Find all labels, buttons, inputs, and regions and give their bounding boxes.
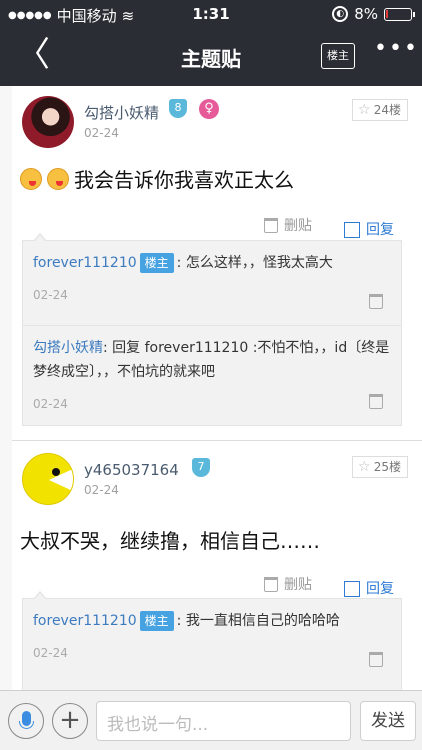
delete-button[interactable]: 删贴 [264,208,312,242]
edit-icon [344,581,360,597]
reply-date: 02-24 [33,646,68,660]
battery-percent: 8% [354,5,378,23]
battery-fill [386,9,388,18]
female-icon: ♀ [199,99,219,119]
trash-icon [264,217,278,233]
reply-author[interactable]: 勾搭小妖精 [33,340,103,356]
delete-label: 删贴 [284,218,312,234]
tongue-emoji-icon [20,168,42,190]
avatar[interactable] [22,453,74,505]
battery-icon [384,7,415,21]
reply-button[interactable]: 回复 [334,208,404,242]
trash-icon [264,576,278,592]
reply-date: 02-24 [33,288,68,302]
plus-icon: + [59,705,81,735]
list-item[interactable]: forever111210 楼主: 我一直相信自己的哈哈哈 02-24 [23,599,401,683]
post-actions: 删贴 回复 [264,208,404,242]
list-item[interactable]: 勾搭小妖精: 回复 forever111210 :不怕不怕，，id〔终是梦终成空… [23,325,401,425]
floor-badge: ☆ 25楼 [352,456,408,478]
navigation-bar: 〈 主题贴 楼主 ••• [0,28,422,86]
status-bar: ●●●●● 中国移动 ≋ 1:31 ◐ 8% [0,0,422,28]
reply-list: forever111210 楼主: 怎么这样，，怪我太高大 02-24 勾搭小妖精… [22,233,402,426]
comment-bar: + 我也说一句... 发送 [0,690,422,750]
tongue-emoji-icon [47,168,69,190]
pacman-avatar-icon [49,468,73,492]
username[interactable]: 勾搭小妖精 [84,102,159,123]
list-item[interactable]: forever111210 楼主: 怎么这样，，怪我太高大 02-24 [23,241,401,325]
trash-icon[interactable] [369,294,383,309]
op-badge: 楼主 [139,253,174,273]
post-text: 我会告诉你我喜欢正太么 [74,168,294,192]
edit-icon [344,222,360,238]
reply-date: 02-24 [33,397,68,411]
post-content: 大叔不哭，继续撸，相信自己…… [20,529,320,553]
avatar[interactable] [22,96,74,148]
more-icon[interactable]: ••• [374,36,419,61]
voice-button[interactable] [8,703,44,739]
add-attachment-button[interactable]: + [52,703,88,739]
microphone-base [19,721,34,729]
post-content: 我会告诉你我喜欢正太么 [20,164,294,193]
reply-text: : 我一直相信自己的哈哈哈 [176,613,340,629]
reply-button[interactable]: 回复 [334,567,404,601]
star-icon: ☆ [358,102,371,118]
star-icon: ☆ [358,459,371,475]
op-badge: 楼主 [139,611,174,631]
post-date: 02-24 [84,483,119,497]
floor-label: 25楼 [373,460,401,474]
reply-author[interactable]: forever111210 [33,613,137,629]
username[interactable]: y465037164 [84,461,179,479]
rotation-lock-icon: ◐ [332,6,349,22]
floor-badge: ☆ 24楼 [352,99,408,121]
level-badge: 7 [192,458,210,477]
top-bar: ●●●●● 中国移动 ≋ 1:31 ◐ 8% 〈 主题贴 楼主 ••• [0,0,422,86]
send-button[interactable]: 发送 [360,701,416,741]
level-badge: 8 [169,99,187,118]
comment-input[interactable]: 我也说一句... [96,701,351,741]
page-title: 主题贴 [181,47,241,71]
floor-label: 24楼 [373,103,401,117]
post-floor-24: 勾搭小妖精 8 ♀ 02-24 ☆ 24楼 我会告诉你我喜欢正太么 删贴 回复 f… [12,86,422,440]
post-actions: 删贴 回复 [264,567,404,601]
reply-label: 回复 [366,222,394,238]
trash-icon[interactable] [369,394,383,409]
delete-label: 删贴 [284,577,312,593]
reply-author[interactable]: forever111210 [33,255,137,271]
only-op-button[interactable]: 楼主 [321,43,355,69]
post-floor-25: y465037164 7 02-24 ☆ 25楼 大叔不哭，继续撸，相信自己…… … [12,441,422,698]
reply-text: : 怎么这样，，怪我太高大 [176,255,333,271]
reply-list: forever111210 楼主: 我一直相信自己的哈哈哈 02-24 [22,591,402,698]
delete-button[interactable]: 删贴 [264,567,312,601]
post-date: 02-24 [84,126,119,140]
trash-icon[interactable] [369,652,383,667]
